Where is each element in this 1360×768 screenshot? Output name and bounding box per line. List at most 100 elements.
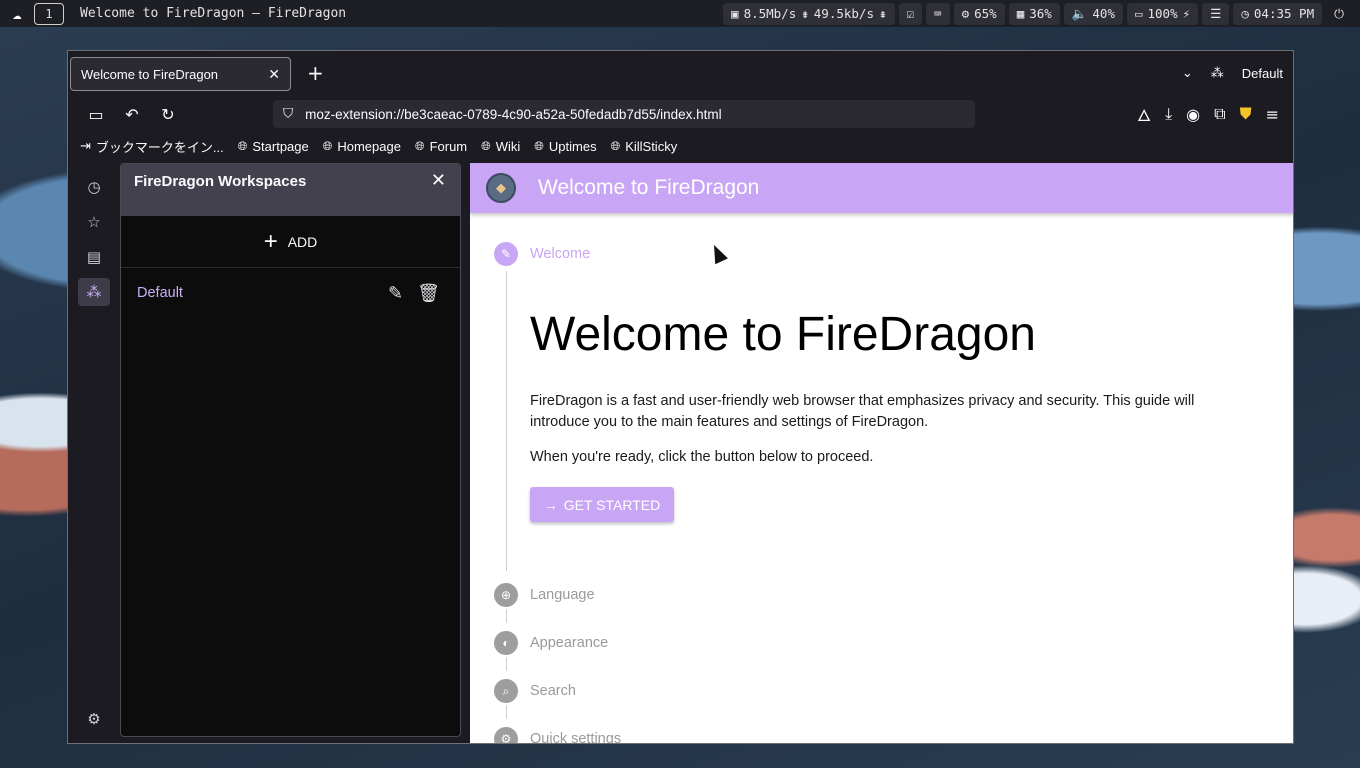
history-icon[interactable]: ◷ — [78, 173, 110, 201]
step-quick-settings[interactable]: ⚙ Quick settings — [494, 727, 621, 743]
undo-icon[interactable]: ↶ — [114, 105, 150, 124]
clock-time: 04:35 PM — [1253, 6, 1315, 21]
volume-module[interactable]: 🔈 40% — [1063, 2, 1123, 25]
battery-icon: ▭ — [1134, 6, 1143, 21]
get-started-label: GET STARTED — [563, 496, 661, 513]
tray-check-icon[interactable]: ☑ — [898, 2, 923, 25]
power-icon[interactable]: ⏻ — [1326, 3, 1352, 25]
flame-icon[interactable]: 🜂 — [1137, 98, 1151, 131]
bookmark-item[interactable]: 🌐︎ Uptimes — [534, 139, 596, 154]
battery-level: 100% — [1147, 6, 1178, 21]
distro-logo-icon[interactable]: ☁ — [0, 5, 34, 23]
workspace-name-button[interactable]: Default — [1242, 66, 1283, 81]
add-workspace-button[interactable]: + ADD — [121, 216, 460, 268]
search-icon: ⌕ — [494, 679, 518, 703]
account-icon[interactable]: ◉ — [1186, 105, 1200, 124]
memory-module[interactable]: ▦ 36% — [1008, 2, 1060, 25]
download-icon[interactable]: ⤓ — [1165, 104, 1172, 124]
step-appearance[interactable]: ◐ Appearance — [494, 631, 608, 655]
nav-bar: ▭ ↶ ↻ ⛉ moz-extension://be3caeac-0789-4c… — [68, 95, 1293, 133]
cpu-icon: ⚙ — [961, 6, 970, 21]
panel-title: FireDragon Workspaces — [134, 173, 307, 190]
net-up-rate: 49.5kb/s — [813, 6, 874, 21]
globe-icon: 🌐︎ — [237, 138, 248, 153]
bookmark-label: KillSticky — [625, 138, 678, 154]
shield-outline-icon[interactable]: ⛉ — [283, 106, 293, 122]
stepper-line — [506, 271, 507, 571]
tab-welcome[interactable]: Welcome to FireDragon ✕ — [70, 57, 291, 91]
gear-icon: ⚙ — [494, 727, 518, 743]
pencil-icon: ✎ — [494, 242, 518, 266]
bookmark-label: Homepage — [337, 138, 401, 154]
extensions-icon[interactable]: ⧉ — [1214, 104, 1225, 124]
globe-icon: 🌐︎ — [610, 138, 621, 153]
network-module[interactable]: ▣ 8.5Mb/s ⇟ 49.5kb/s ⇞ — [723, 2, 895, 25]
workspace-indicator[interactable]: 1 — [34, 2, 64, 25]
upload-arrow-icon: ⇞ — [879, 6, 887, 21]
gear-icon[interactable]: ⚙ — [78, 705, 110, 733]
palette-icon: ◐ — [494, 631, 518, 655]
get-started-button[interactable]: → GET STARTED — [530, 487, 674, 522]
trash-icon[interactable]: 🗑︎ — [417, 283, 440, 304]
bookmark-item[interactable]: 🌐︎ Forum — [415, 139, 467, 154]
bookmark-import[interactable]: ⇥ ブックマークをイン... — [80, 137, 224, 156]
globe-icon: 🌐︎ — [322, 138, 333, 153]
keyboard-icon[interactable]: ⌨ — [926, 2, 950, 25]
welcome-page: ◆ Welcome to FireDragon ✎ Welcome ⊕ Lang… — [470, 163, 1293, 743]
step-language[interactable]: ⊕ Language — [494, 583, 595, 607]
step-welcome[interactable]: ✎ Welcome — [494, 242, 590, 266]
firedragon-logo-icon: ◆ — [486, 173, 516, 203]
pencil-icon[interactable]: ✎ — [388, 283, 403, 304]
workspaces-sidebar-icon[interactable]: ⁂ — [78, 278, 110, 306]
new-tab-button[interactable]: + — [307, 61, 324, 85]
memory-icon: ▦ — [1016, 6, 1025, 21]
bookmark-item[interactable]: 🌐︎ Homepage — [323, 139, 401, 154]
bookmarks-star-icon[interactable]: ☆ — [78, 208, 110, 236]
volume-level: 40% — [1092, 6, 1115, 21]
settings-sliders-icon[interactable]: ☰ — [1202, 2, 1230, 25]
url-text: moz-extension://be3caeac-0789-4c90-a52a-… — [305, 106, 722, 122]
globe-icon: ⊕ — [494, 583, 518, 607]
step-label: Appearance — [530, 635, 609, 651]
sidebar-toggle-icon[interactable]: ▭ — [78, 105, 114, 124]
chevron-down-icon[interactable]: ⌄ — [1182, 65, 1193, 81]
battery-module[interactable]: ▭ 100% ⚡ — [1126, 2, 1199, 25]
url-bar[interactable]: ⛉ moz-extension://be3caeac-0789-4c90-a52… — [273, 100, 975, 128]
page-header: ◆ Welcome to FireDragon — [470, 163, 1293, 213]
cpu-module[interactable]: ⚙ 65% — [953, 2, 1005, 25]
step-search[interactable]: ⌕ Search — [494, 679, 576, 703]
bookmark-item[interactable]: 🌐︎ KillSticky — [611, 139, 678, 154]
bookmark-item[interactable]: 🌐︎ Wiki — [481, 139, 520, 154]
step-label: Language — [530, 587, 595, 603]
bookmarks-toolbar: ⇥ ブックマークをイン... 🌐︎ Startpage 🌐︎ Homepage 🌐︎… — [68, 133, 1293, 159]
globe-icon: 🌐︎ — [534, 138, 544, 153]
workspace-name: Default — [137, 285, 183, 301]
step-label: Search — [530, 683, 576, 699]
document-icon[interactable]: ▤ — [78, 243, 110, 271]
clock-module[interactable]: ◷ 04:35 PM — [1233, 2, 1323, 25]
menu-icon[interactable]: ≡ — [1266, 105, 1279, 124]
close-icon[interactable]: ✕ — [268, 66, 280, 83]
page-header-title: Welcome to FireDragon — [538, 176, 760, 199]
active-window-title: Welcome to FireDragon — FireDragon — [80, 6, 347, 21]
tab-title: Welcome to FireDragon — [81, 66, 219, 82]
page-heading: Welcome to FireDragon — [530, 308, 1036, 361]
browser-content: ◷ ☆ ▤ ⁂ ⚙ FireDragon Workspaces ✕ + ADD … — [68, 163, 1293, 743]
reload-icon[interactable]: ↻ — [150, 105, 186, 124]
bookmark-label: Wiki — [495, 138, 521, 154]
tab-strip: Welcome to FireDragon ✕ + ⌄ ⁂ Default — [68, 51, 1293, 95]
workspaces-icon[interactable]: ⁂ — [1211, 65, 1224, 81]
add-label: ADD — [287, 233, 318, 250]
close-icon[interactable]: ✕ — [431, 170, 446, 191]
bookmark-item[interactable]: 🌐︎ Startpage — [238, 139, 309, 154]
workspace-row[interactable]: Default ✎ 🗑︎ — [121, 268, 460, 318]
workspaces-panel: FireDragon Workspaces ✕ + ADD Default ✎ … — [120, 163, 461, 737]
network-icon: ▣ — [731, 6, 739, 21]
memory-usage: 36% — [1029, 6, 1052, 21]
plus-icon: + — [263, 227, 278, 255]
bookmark-import-label: ブックマークをイン... — [95, 139, 224, 155]
ublock-shield-icon[interactable]: ⛊ — [1240, 104, 1252, 124]
globe-icon: 🌐︎ — [414, 138, 425, 153]
browser-window: Welcome to FireDragon ✕ + ⌄ ⁂ Default ▭ … — [67, 50, 1294, 744]
download-arrow-icon: ⇟ — [801, 6, 809, 21]
